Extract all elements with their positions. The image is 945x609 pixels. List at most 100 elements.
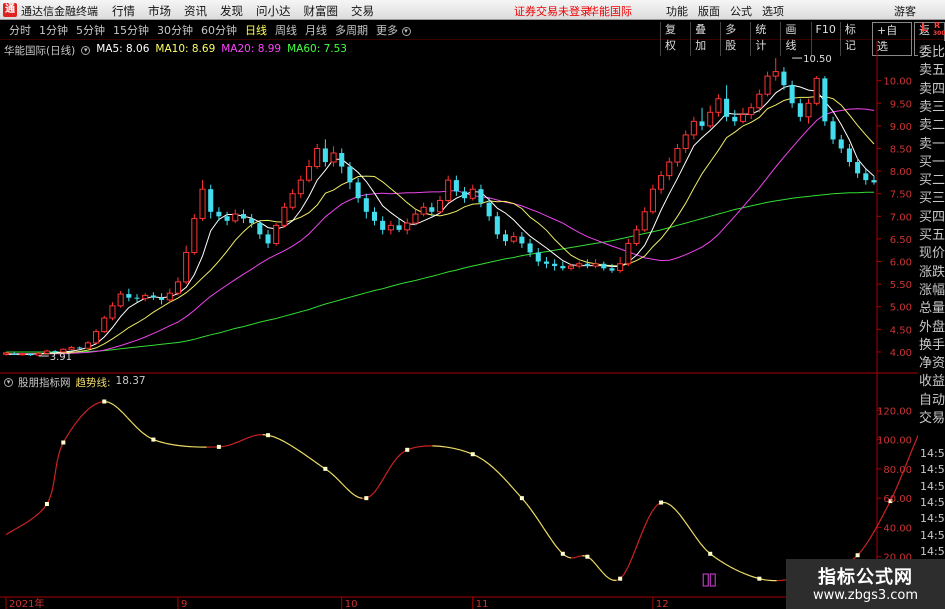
candle-down[interactable] xyxy=(28,354,34,356)
candle-up[interactable] xyxy=(445,179,452,201)
candle-up[interactable] xyxy=(748,107,755,116)
candle-down[interactable] xyxy=(609,268,615,271)
candle-down[interactable] xyxy=(134,297,140,299)
candle-down[interactable] xyxy=(519,236,525,244)
candle-up[interactable] xyxy=(2,352,10,355)
candle-down[interactable] xyxy=(797,103,803,117)
candle-up[interactable] xyxy=(715,98,722,113)
candle-down[interactable] xyxy=(11,353,17,355)
candle-down[interactable] xyxy=(363,198,369,212)
candle-up[interactable] xyxy=(117,293,124,307)
candle-up[interactable] xyxy=(101,317,108,333)
candle-up[interactable] xyxy=(305,166,313,181)
candle-down[interactable] xyxy=(347,166,353,183)
candle-up[interactable] xyxy=(772,71,779,77)
candle-up[interactable] xyxy=(666,161,673,177)
candle-down[interactable] xyxy=(462,191,468,199)
candle-up[interactable] xyxy=(289,193,296,208)
candle-up[interactable] xyxy=(510,236,517,242)
menu-item-layout[interactable]: 版面 xyxy=(698,3,720,19)
candle-down[interactable] xyxy=(601,263,607,269)
candle-up[interactable] xyxy=(641,211,648,231)
candle-down[interactable] xyxy=(846,148,852,163)
side-label-20[interactable]: 交易 xyxy=(919,409,945,429)
candle-down[interactable] xyxy=(855,162,861,174)
candle-up[interactable] xyxy=(674,147,681,163)
side-label-19[interactable]: 自动 xyxy=(919,391,945,411)
candle-up[interactable] xyxy=(707,111,714,127)
candle-down[interactable] xyxy=(789,85,795,104)
candle-up[interactable] xyxy=(592,263,599,267)
candle-down[interactable] xyxy=(543,261,549,264)
candle-down[interactable] xyxy=(781,71,787,86)
candle-down[interactable] xyxy=(871,180,877,183)
candle-up[interactable] xyxy=(387,224,394,231)
candle-up[interactable] xyxy=(68,346,75,350)
candle-down[interactable] xyxy=(208,189,214,212)
candle-down[interactable] xyxy=(535,252,541,262)
candle-down[interactable] xyxy=(552,263,558,267)
stock-period-label[interactable]: 华能国际(日线) xyxy=(4,43,75,58)
menu-item-formula[interactable]: 公式 xyxy=(730,3,752,19)
candle-up[interactable] xyxy=(633,229,640,244)
candle-up[interactable] xyxy=(191,218,198,253)
candle-down[interactable] xyxy=(265,234,271,244)
candle-down[interactable] xyxy=(863,173,869,181)
candle-up[interactable] xyxy=(469,188,476,199)
candle-down[interactable] xyxy=(77,347,83,349)
candle-up[interactable] xyxy=(84,342,91,349)
candle-up[interactable] xyxy=(166,292,173,301)
candle-down[interactable] xyxy=(822,78,828,122)
candle-up[interactable] xyxy=(682,134,689,149)
candle-up[interactable] xyxy=(330,152,337,163)
legend-toggle-icon[interactable]: ▾ xyxy=(81,46,91,55)
candle-up[interactable] xyxy=(19,353,26,356)
tab-intraday[interactable]: 分时 xyxy=(6,23,34,38)
candle-up[interactable] xyxy=(567,265,575,269)
login-status[interactable]: 证券交易未登录 xyxy=(514,3,591,19)
candle-down[interactable] xyxy=(159,297,165,300)
menu-item-trade[interactable]: 交易 xyxy=(351,3,374,19)
tab-monthly[interactable]: 月线 xyxy=(302,23,330,38)
candle-up[interactable] xyxy=(576,263,583,267)
candle-down[interactable] xyxy=(724,98,730,117)
menu-item-news[interactable]: 资讯 xyxy=(184,3,207,19)
guest-user[interactable]: 游客 xyxy=(894,3,916,19)
candle-up[interactable] xyxy=(297,179,304,195)
tab-30min[interactable]: 30分钟 xyxy=(154,23,196,38)
candle-up[interactable] xyxy=(43,350,50,354)
candle-up[interactable] xyxy=(412,213,419,224)
candle-down[interactable] xyxy=(257,223,263,235)
candle-up[interactable] xyxy=(404,222,411,231)
candle-up[interactable] xyxy=(649,188,656,213)
candle-up[interactable] xyxy=(93,331,100,344)
candle-down[interactable] xyxy=(486,202,492,217)
candle-down[interactable] xyxy=(478,189,484,203)
candle-down[interactable] xyxy=(126,294,132,298)
candle-down[interactable] xyxy=(429,207,435,212)
candle-up[interactable] xyxy=(436,199,444,213)
candle-up[interactable] xyxy=(813,77,820,104)
menu-item-quotes[interactable]: 行情 xyxy=(112,3,135,19)
candle-up[interactable] xyxy=(174,281,182,294)
candle-down[interactable] xyxy=(527,243,533,253)
tab-multi-period[interactable]: 多周期 xyxy=(332,23,371,38)
menu-item-options[interactable]: 选项 xyxy=(762,3,784,19)
tab-15min[interactable]: 15分钟 xyxy=(110,23,152,38)
candle-down[interactable] xyxy=(249,218,255,224)
candle-down[interactable] xyxy=(453,180,459,192)
stock-chart[interactable]: 10.00 9.50 9.00 8.50 8.00 7.50 7.00 6.50 6.00 5.5… xyxy=(0,41,918,609)
candle-up[interactable] xyxy=(420,206,427,215)
candle-down[interactable] xyxy=(322,148,328,163)
candle-down[interactable] xyxy=(224,216,230,221)
indicator-source[interactable]: 股朋指标网 xyxy=(18,375,71,390)
candle-up[interactable] xyxy=(109,305,116,319)
candle-up[interactable] xyxy=(625,242,632,265)
menu-item-ask[interactable]: 问小达 xyxy=(256,3,291,19)
candle-up[interactable] xyxy=(183,251,190,283)
candle-up[interactable] xyxy=(35,352,42,356)
candle-down[interactable] xyxy=(732,116,738,122)
candle-down[interactable] xyxy=(240,214,247,219)
candle-down[interactable] xyxy=(150,295,156,298)
candle-down[interactable] xyxy=(371,211,378,221)
